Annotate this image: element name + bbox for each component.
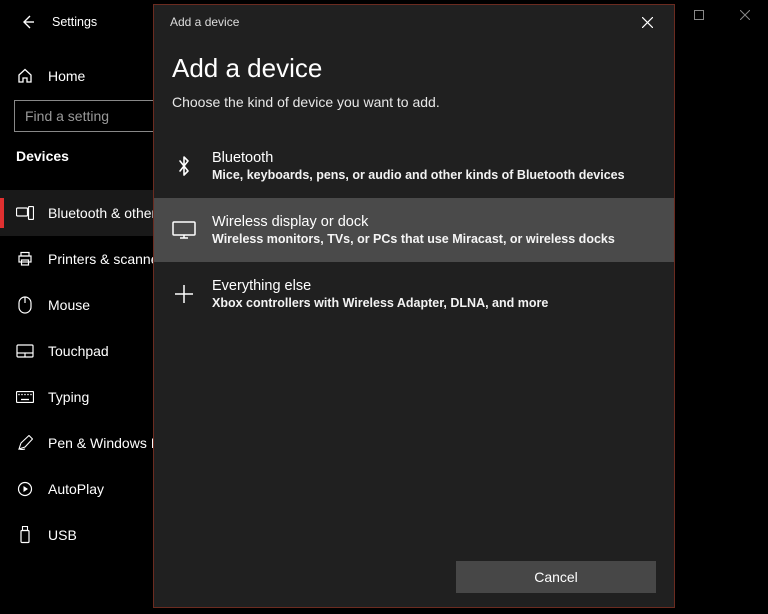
keyboard-icon [16, 388, 34, 406]
dialog-header: Add a device [154, 5, 674, 39]
sidebar-item-label: AutoPlay [48, 481, 104, 497]
dialog-small-title: Add a device [170, 15, 239, 29]
option-title: Everything else [212, 278, 548, 294]
plus-icon [172, 282, 196, 306]
printer-icon [16, 250, 34, 268]
sidebar-item-label: Mouse [48, 297, 90, 313]
cancel-button[interactable]: Cancel [456, 561, 656, 593]
mouse-icon [16, 296, 34, 314]
section-label: Devices [16, 148, 69, 164]
home-label: Home [48, 68, 85, 84]
back-arrow-icon[interactable] [10, 4, 46, 40]
add-device-dialog: Add a device Add a device Choose the kin… [153, 4, 675, 608]
usb-icon [16, 526, 34, 544]
option-wireless-display[interactable]: Wireless display or dock Wireless monito… [154, 198, 674, 262]
sidebar-item-label: Bluetooth & other [48, 205, 156, 221]
device-kind-list: Bluetooth Mice, keyboards, pens, or audi… [154, 134, 674, 326]
option-title: Wireless display or dock [212, 214, 615, 230]
option-desc: Wireless monitors, TVs, or PCs that use … [212, 232, 615, 246]
display-icon [172, 218, 196, 242]
dialog-title: Add a device [172, 53, 656, 84]
pen-icon [16, 434, 34, 452]
sidebar-item-label: USB [48, 527, 77, 543]
devices-icon [16, 204, 34, 222]
dialog-close-button[interactable] [632, 7, 662, 37]
dialog-body: Add a device Choose the kind of device y… [154, 39, 674, 547]
autoplay-icon [16, 480, 34, 498]
home-icon [16, 67, 34, 85]
option-bluetooth[interactable]: Bluetooth Mice, keyboards, pens, or audi… [154, 134, 674, 198]
option-title: Bluetooth [212, 150, 625, 166]
home-nav[interactable]: Home [0, 56, 155, 96]
option-desc: Mice, keyboards, pens, or audio and othe… [212, 168, 625, 182]
sidebar-item-label: Pen & Windows Ink [48, 435, 169, 451]
bluetooth-icon [172, 154, 196, 178]
sidebar-item-label: Printers & scanners [48, 251, 170, 267]
sidebar-item-label: Typing [48, 389, 89, 405]
option-everything-else[interactable]: Everything else Xbox controllers with Wi… [154, 262, 674, 326]
dialog-footer: Cancel [154, 547, 674, 607]
dialog-subtitle: Choose the kind of device you want to ad… [172, 94, 656, 110]
touchpad-icon [16, 342, 34, 360]
option-desc: Xbox controllers with Wireless Adapter, … [212, 296, 548, 310]
app-title: Settings [52, 15, 97, 29]
sidebar-item-label: Touchpad [48, 343, 109, 359]
